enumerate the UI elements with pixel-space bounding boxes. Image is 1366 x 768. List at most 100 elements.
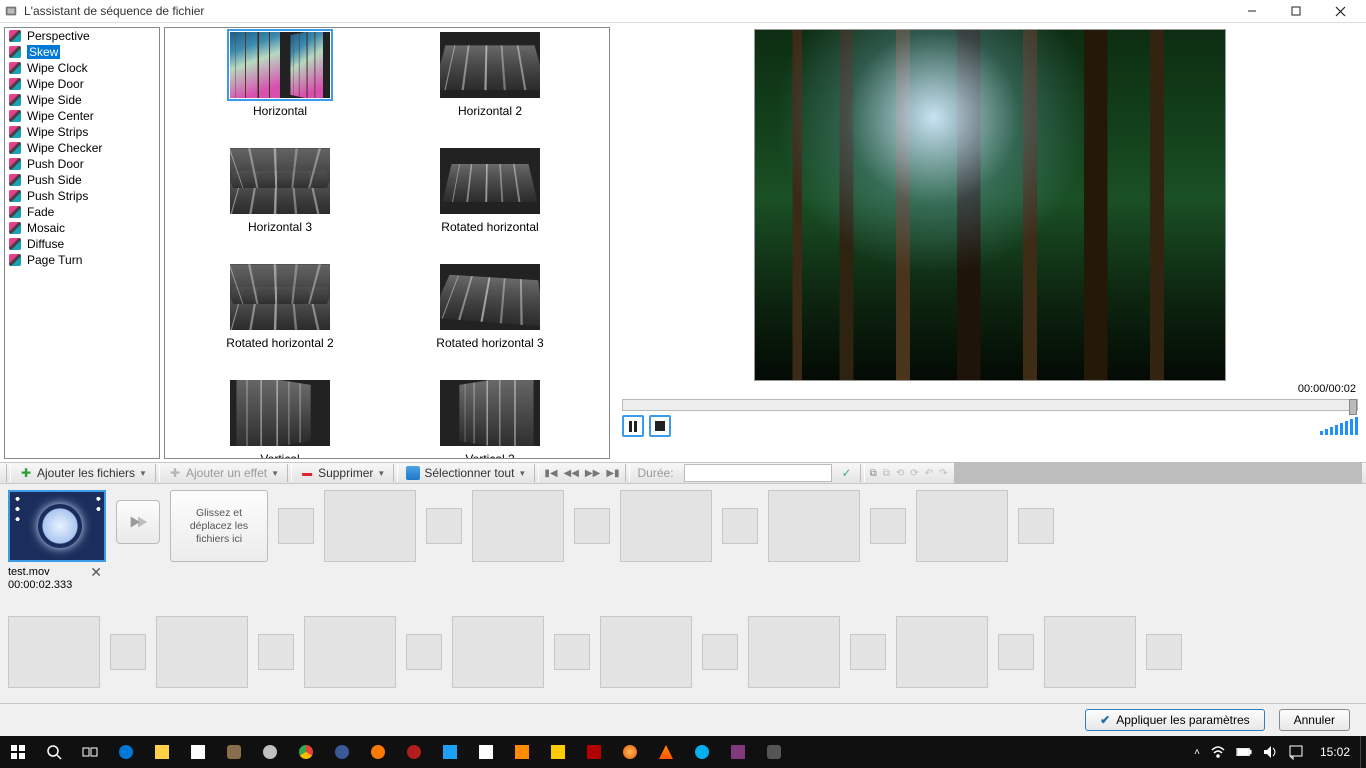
duration-apply-button[interactable] [836,463,858,483]
effects-list-item[interactable]: Wipe Checker [5,140,159,156]
sequence-placeholder[interactable] [748,616,840,688]
transition-placeholder[interactable] [406,634,442,670]
nav-prev-icon[interactable]: ◀◀ [561,468,582,479]
taskbar-app-explorer[interactable] [144,736,180,768]
effect-thumbnail[interactable]: Rotated horizontal 3 [385,264,595,350]
show-desktop-button[interactable] [1360,736,1366,768]
transition-placeholder[interactable] [722,508,758,544]
task-view-icon[interactable] [72,736,108,768]
sequence-placeholder[interactable] [916,490,1008,562]
transition-placeholder[interactable] [278,508,314,544]
transition-placeholder[interactable] [850,634,886,670]
effect-thumbnail[interactable]: Vertical [175,380,385,459]
windows-taskbar[interactable]: ˄ 15:02 [0,736,1366,768]
window-close-button[interactable] [1318,0,1362,22]
transition-placeholder[interactable] [1018,508,1054,544]
taskbar-app[interactable] [504,736,540,768]
volume-indicator[interactable] [1320,417,1358,435]
duration-input[interactable] [684,464,832,482]
delete-button[interactable]: Supprimer▼ [294,463,391,483]
taskbar-app-skype[interactable] [684,736,720,768]
crop-start-icon[interactable]: ⧉ [867,468,880,479]
nav-next-icon[interactable]: ▶▶ [582,468,603,479]
stop-button[interactable] [649,415,671,437]
add-files-button[interactable]: Ajouter les fichiers▼ [13,463,153,483]
effects-list-item[interactable]: Wipe Clock [5,60,159,76]
rotate-left-icon[interactable]: ⟲ [893,468,907,479]
sequence-placeholder[interactable] [472,490,564,562]
taskbar-app-edge[interactable] [108,736,144,768]
effect-thumbnails-pane[interactable]: Horizontal Horizontal 2 Horizontal 3 Rot… [164,27,610,459]
effect-thumbnail[interactable]: Horizontal 3 [175,148,385,234]
taskbar-app[interactable] [396,736,432,768]
effects-list-item[interactable]: Mosaic [5,220,159,236]
effects-list-item[interactable]: Wipe Door [5,76,159,92]
redo-icon[interactable]: ↷ [936,468,950,479]
taskbar-app[interactable] [360,736,396,768]
effects-list-item[interactable]: Push Door [5,156,159,172]
clip-remove-button[interactable]: ✕ [86,566,106,579]
taskbar-app[interactable] [252,736,288,768]
undo-icon[interactable]: ↶ [922,468,936,479]
effect-thumbnail[interactable]: Horizontal 2 [385,32,595,118]
battery-icon[interactable] [1236,744,1252,760]
transition-placeholder[interactable] [426,508,462,544]
search-icon[interactable] [36,736,72,768]
taskbar-app-gimp[interactable] [216,736,252,768]
transition-placeholder[interactable] [702,634,738,670]
effect-thumbnail[interactable]: Rotated horizontal 2 [175,264,385,350]
taskbar-app[interactable] [756,736,792,768]
sequence-area[interactable]: test.mov 00:00:02.333 ✕ Glissez et dépla… [0,484,1366,704]
taskbar-app-vlc[interactable] [648,736,684,768]
effects-list-item[interactable]: Perspective [5,28,159,44]
effects-list[interactable]: Perspective Skew Wipe Clock Wipe Door Wi… [4,27,160,459]
transition-placeholder[interactable] [258,634,294,670]
taskbar-app[interactable] [432,736,468,768]
clip-thumbnail[interactable] [8,490,106,562]
window-minimize-button[interactable] [1230,0,1274,22]
effect-thumbnail[interactable]: Horizontal [175,32,385,118]
rotate-right-icon[interactable]: ⟳ [907,468,921,479]
effect-thumbnail[interactable]: Vertical 2 [385,380,595,459]
transition-placeholder[interactable] [1146,634,1182,670]
transition-placeholder[interactable] [554,634,590,670]
sequence-placeholder[interactable] [1044,616,1136,688]
effects-list-item[interactable]: Push Strips [5,188,159,204]
transition-slot[interactable] [116,500,160,544]
sequence-placeholder[interactable] [304,616,396,688]
sequence-placeholder[interactable] [600,616,692,688]
effects-list-item[interactable]: Diffuse [5,236,159,252]
sequence-placeholder[interactable] [768,490,860,562]
nav-first-icon[interactable]: ▮◀ [541,468,560,479]
sequence-drop-target[interactable]: Glissez et déplacez les fichiers ici [170,490,268,562]
sequence-placeholder[interactable] [620,490,712,562]
effects-list-item[interactable]: Wipe Strips [5,124,159,140]
taskbar-clock[interactable]: 15:02 [1310,745,1360,759]
taskbar-app-filezilla[interactable] [576,736,612,768]
taskbar-app[interactable] [324,736,360,768]
preview-seek-slider[interactable] [622,399,1358,411]
notifications-icon[interactable] [1288,744,1304,760]
taskbar-app-onenote[interactable] [720,736,756,768]
taskbar-app[interactable] [468,736,504,768]
apply-button[interactable]: ✔Appliquer les paramètres [1085,709,1264,731]
select-all-button[interactable]: Sélectionner tout▼ [400,463,532,483]
transition-placeholder[interactable] [998,634,1034,670]
tray-overflow-icon[interactable]: ˄ [1194,747,1200,758]
effects-list-item[interactable]: Wipe Side [5,92,159,108]
transition-placeholder[interactable] [110,634,146,670]
effects-list-item[interactable]: Fade [5,204,159,220]
taskbar-app-firefox[interactable] [612,736,648,768]
wifi-icon[interactable] [1210,744,1226,760]
sequence-placeholder[interactable] [8,616,100,688]
transition-placeholder[interactable] [870,508,906,544]
add-effect-button[interactable]: Ajouter un effet▼ [162,463,285,483]
cancel-button[interactable]: Annuler [1279,709,1350,731]
nav-last-icon[interactable]: ▶▮ [603,468,622,479]
transition-placeholder[interactable] [574,508,610,544]
sequence-placeholder[interactable] [156,616,248,688]
sequence-placeholder[interactable] [452,616,544,688]
window-maximize-button[interactable] [1274,0,1318,22]
taskbar-app-store[interactable] [180,736,216,768]
system-tray[interactable]: ˄ [1188,744,1310,760]
